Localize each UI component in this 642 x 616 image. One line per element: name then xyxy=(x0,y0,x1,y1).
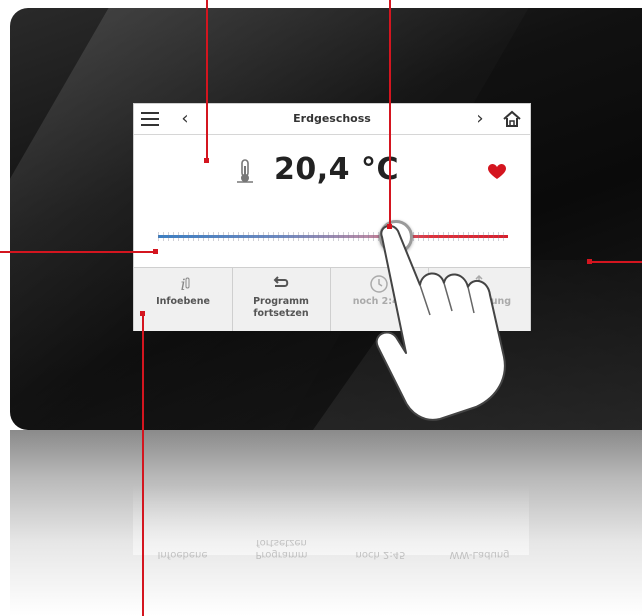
pointing-hand-icon xyxy=(348,207,528,422)
chevron-left-icon[interactable]: ‹ xyxy=(176,108,194,130)
callout-line-temperature xyxy=(206,0,208,160)
reflection-tab: Programm fortsetzen xyxy=(232,530,331,560)
heart-icon[interactable] xyxy=(488,164,506,180)
reflection-tab-label: Infoebene xyxy=(157,549,208,560)
screen-title: Erdgeschoss xyxy=(293,112,371,125)
tab-infoebene[interactable]: i Infoebene xyxy=(134,268,233,331)
room-thermometer-icon xyxy=(236,158,254,184)
return-arrow-icon xyxy=(270,274,292,294)
reflection-tab: Infoebene xyxy=(133,530,232,560)
tab-programm-fortsetzen[interactable]: Programm fortsetzen xyxy=(232,268,331,331)
callout-dot-touch xyxy=(387,224,392,229)
callout-line-slider xyxy=(0,251,156,253)
reflection-tab-label: noch 2:45 xyxy=(355,549,406,560)
home-icon[interactable] xyxy=(502,109,522,129)
device-floor-reflection: Infoebene Programm fortsetzen noch 2:45 … xyxy=(10,430,642,616)
tab-label: Programm fortsetzen xyxy=(253,296,309,319)
reflection-tab-label: WW-Ladung xyxy=(449,549,510,560)
callout-line-touch xyxy=(389,0,391,226)
temperature-area: 20,4 °C xyxy=(134,142,530,202)
screen-header: ‹ Erdgeschoss › xyxy=(134,104,530,135)
reflection-tab: WW-Ladung xyxy=(430,530,529,560)
svg-text:i: i xyxy=(180,275,185,294)
reflection-tab-label: Programm fortsetzen xyxy=(255,537,308,560)
callout-dot-temperature xyxy=(204,158,209,163)
callout-dot-tabs xyxy=(140,311,145,316)
menu-icon[interactable] xyxy=(141,112,159,126)
callout-line-device xyxy=(590,261,642,263)
info-thermometer-icon: i xyxy=(172,274,194,294)
temperature-value: 20,4 °C xyxy=(274,152,399,187)
reflection-tab: noch 2:45 xyxy=(331,530,430,560)
tab-label: Infoebene xyxy=(156,296,210,307)
callout-dot-device xyxy=(587,259,592,264)
callout-line-tabs xyxy=(142,314,144,616)
chevron-right-icon[interactable]: › xyxy=(471,108,489,130)
callout-dot-slider xyxy=(153,249,158,254)
